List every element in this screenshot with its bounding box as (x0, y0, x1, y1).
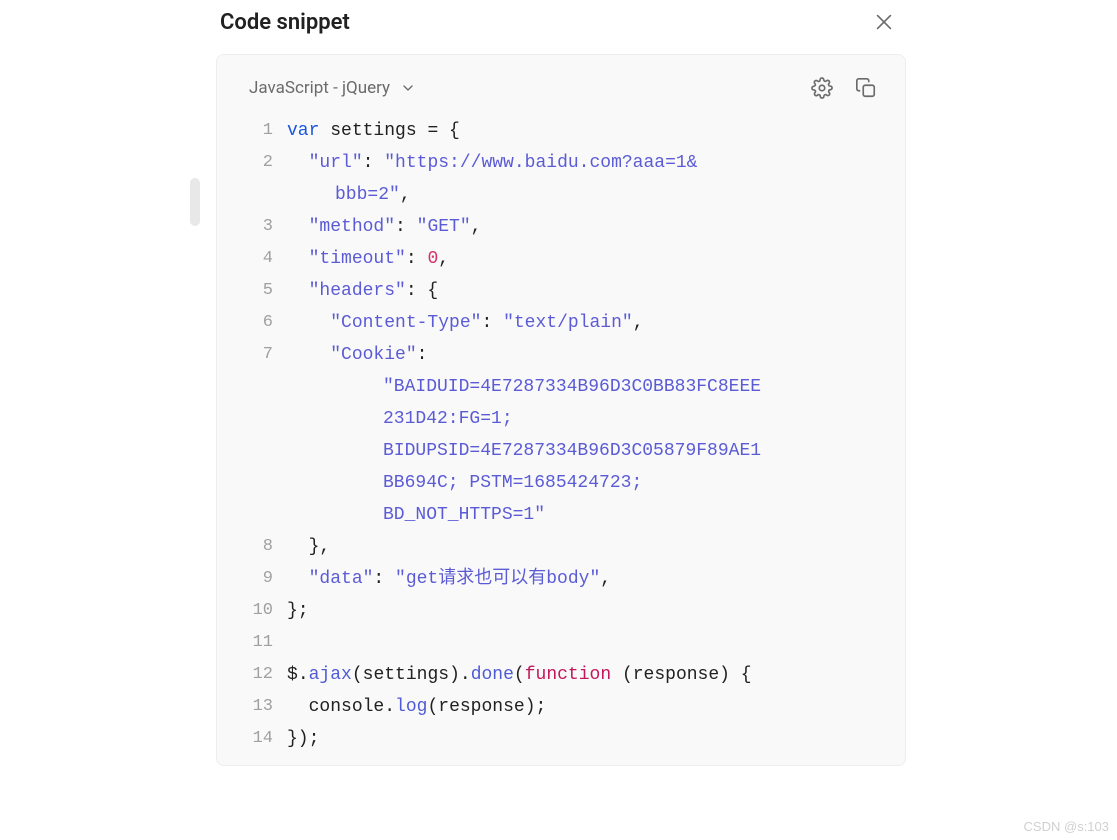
copy-button[interactable] (855, 77, 877, 99)
code-content: "headers": { (287, 275, 883, 307)
code-content: }, (287, 531, 883, 563)
code-line: 1var settings = { (239, 115, 883, 147)
language-selector[interactable]: JavaScript - jQuery (249, 78, 416, 98)
line-number: 1 (239, 115, 287, 147)
close-icon (873, 11, 895, 33)
code-content: "Cookie":"BAIDUID=4E7287334B96D3C0BB83FC… (287, 339, 883, 531)
code-content: console.log(response); (287, 691, 883, 723)
line-number: 2 (239, 147, 287, 179)
code-line: 4 "timeout": 0, (239, 243, 883, 275)
code-line: 7 "Cookie":"BAIDUID=4E7287334B96D3C0BB83… (239, 339, 883, 531)
line-number: 4 (239, 243, 287, 275)
code-line: 14}); (239, 723, 883, 755)
code-line: 8 }, (239, 531, 883, 563)
code-content: "timeout": 0, (287, 243, 883, 275)
code-line: 12$.ajax(settings).done(function (respon… (239, 659, 883, 691)
code-line: 5 "headers": { (239, 275, 883, 307)
settings-button[interactable] (811, 77, 833, 99)
copy-icon (855, 77, 877, 99)
code-content: "Content-Type": "text/plain", (287, 307, 883, 339)
code-line: 10}; (239, 595, 883, 627)
language-label: JavaScript - jQuery (249, 78, 390, 98)
close-button[interactable] (870, 8, 898, 36)
code-content: "url": "https://www.baidu.com?aaa=1&bbb=… (287, 147, 883, 211)
line-number: 9 (239, 563, 287, 595)
line-number: 3 (239, 211, 287, 243)
code-line: 3 "method": "GET", (239, 211, 883, 243)
line-number: 11 (239, 627, 287, 659)
line-number: 10 (239, 595, 287, 627)
line-number: 8 (239, 531, 287, 563)
code-line: 13 console.log(response); (239, 691, 883, 723)
code-content: "method": "GET", (287, 211, 883, 243)
modal-title: Code snippet (220, 10, 350, 35)
code-line: 9 "data": "get请求也可以有body", (239, 563, 883, 595)
line-number: 13 (239, 691, 287, 723)
code-panel: JavaScript - jQuery (216, 54, 906, 766)
watermark: CSDN @s:103 (1024, 819, 1109, 834)
code-content: $.ajax(settings).done(function (response… (287, 659, 883, 691)
line-number: 12 (239, 659, 287, 691)
code-line: 11 (239, 627, 883, 659)
modal-header: Code snippet (216, 4, 906, 54)
panel-toolbar: JavaScript - jQuery (239, 73, 883, 115)
panel-actions (811, 77, 877, 99)
line-number: 6 (239, 307, 287, 339)
code-block[interactable]: 1var settings = {2 "url": "https://www.b… (239, 115, 883, 755)
code-content: var settings = { (287, 115, 883, 147)
line-number: 5 (239, 275, 287, 307)
code-content: }; (287, 595, 883, 627)
code-snippet-modal: Code snippet JavaScript - jQuery (216, 4, 906, 766)
gear-icon (811, 77, 833, 99)
code-line: 2 "url": "https://www.baidu.com?aaa=1&bb… (239, 147, 883, 211)
code-line: 6 "Content-Type": "text/plain", (239, 307, 883, 339)
line-number: 7 (239, 339, 287, 371)
code-content: "data": "get请求也可以有body", (287, 563, 883, 595)
chevron-down-icon (400, 80, 416, 96)
line-number: 14 (239, 723, 287, 755)
scrollbar-handle[interactable] (190, 178, 200, 226)
code-content: }); (287, 723, 883, 755)
